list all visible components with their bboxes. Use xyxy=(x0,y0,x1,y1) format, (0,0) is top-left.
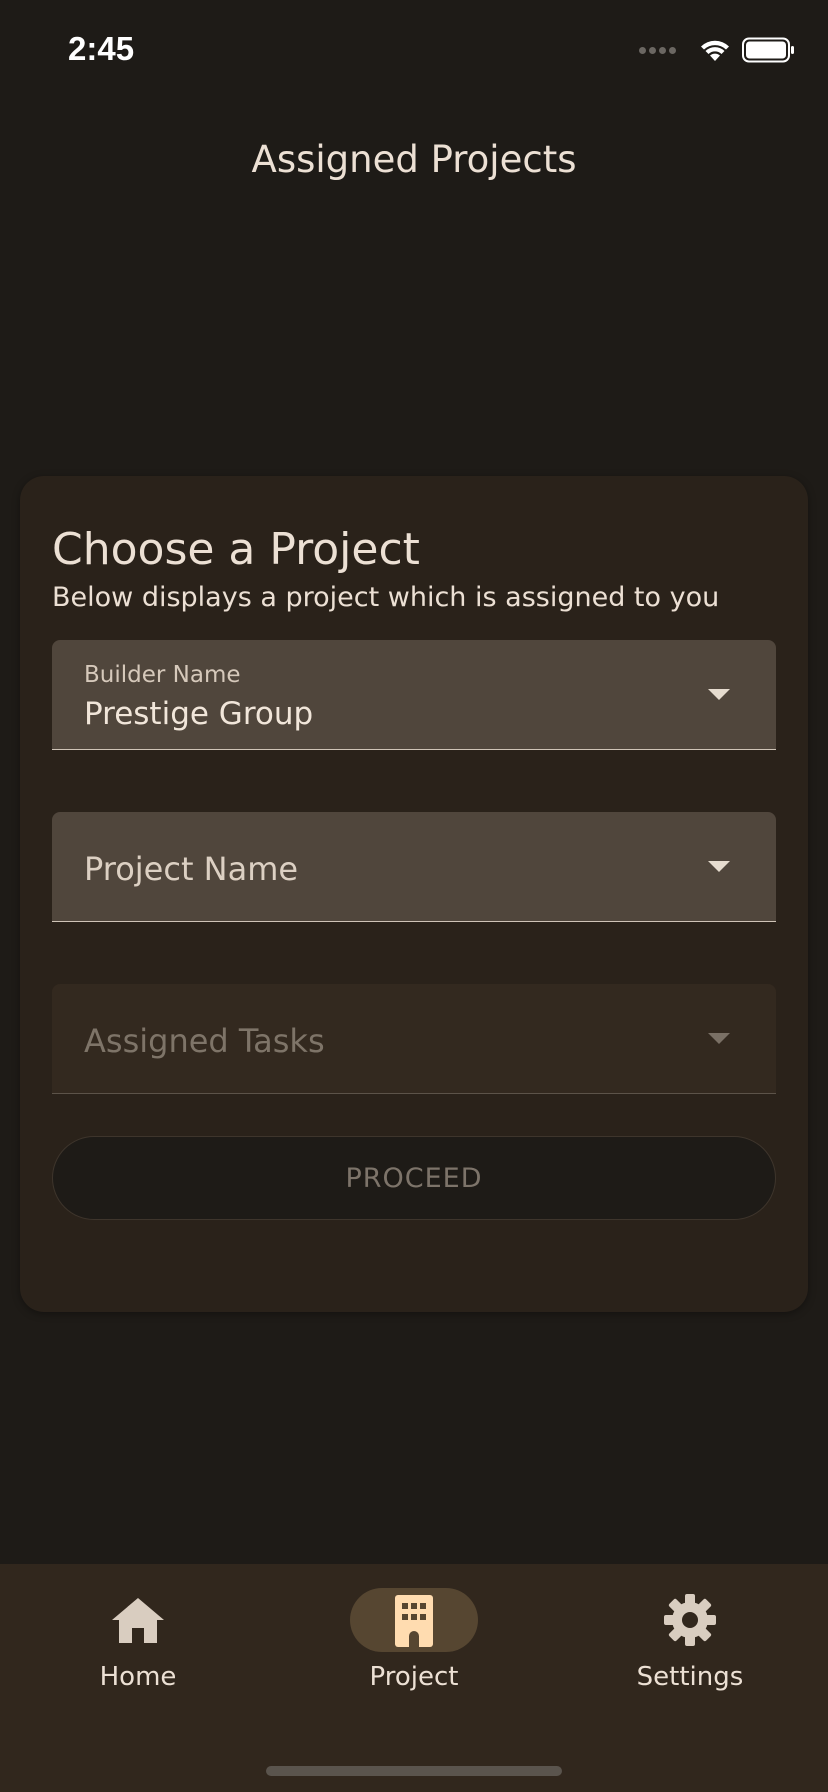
nav-item-home[interactable]: Home xyxy=(0,1588,276,1708)
nav-item-project[interactable]: Project xyxy=(276,1588,552,1708)
project-name-placeholder: Project Name xyxy=(84,850,299,888)
dropdown-arrow-icon xyxy=(708,860,730,872)
choose-project-card: Choose a Project Below displays a projec… xyxy=(20,476,808,1312)
wifi-icon xyxy=(701,40,729,61)
assigned-tasks-placeholder: Assigned Tasks xyxy=(84,1022,325,1060)
nav-item-settings[interactable]: Settings xyxy=(552,1588,828,1708)
nav-label-home: Home xyxy=(99,1662,177,1692)
nav-icon-container xyxy=(74,1588,202,1652)
nav-label-project: Project xyxy=(369,1662,459,1692)
status-icons xyxy=(639,34,796,66)
builder-name-dropdown[interactable]: Builder Name Prestige Group xyxy=(52,640,776,750)
home-icon xyxy=(112,1598,164,1643)
home-indicator[interactable] xyxy=(266,1766,562,1776)
card-subtitle: Below displays a project which is assign… xyxy=(52,582,720,613)
nav-icon-container xyxy=(626,1588,754,1652)
builder-name-label: Builder Name xyxy=(84,662,241,688)
gear-icon xyxy=(664,1594,716,1646)
bottom-navigation: Home Project Settings xyxy=(0,1564,828,1792)
nav-label-settings: Settings xyxy=(636,1662,744,1692)
assigned-tasks-dropdown: Assigned Tasks xyxy=(52,984,776,1094)
page-title: Assigned Projects xyxy=(251,138,577,181)
battery-icon xyxy=(742,37,794,63)
cellular-signal-icon xyxy=(639,46,676,54)
building-icon xyxy=(395,1595,433,1647)
dropdown-arrow-icon xyxy=(708,688,730,700)
nav-active-pill xyxy=(350,1588,478,1652)
status-time: 2:45 xyxy=(68,30,135,67)
project-name-dropdown[interactable]: Project Name xyxy=(52,812,776,922)
status-bar: 2:45 xyxy=(0,0,828,100)
card-title: Choose a Project xyxy=(52,524,420,575)
dropdown-arrow-icon xyxy=(708,1032,730,1044)
builder-name-value: Prestige Group xyxy=(84,696,314,732)
proceed-button[interactable]: PROCEED xyxy=(52,1136,776,1220)
